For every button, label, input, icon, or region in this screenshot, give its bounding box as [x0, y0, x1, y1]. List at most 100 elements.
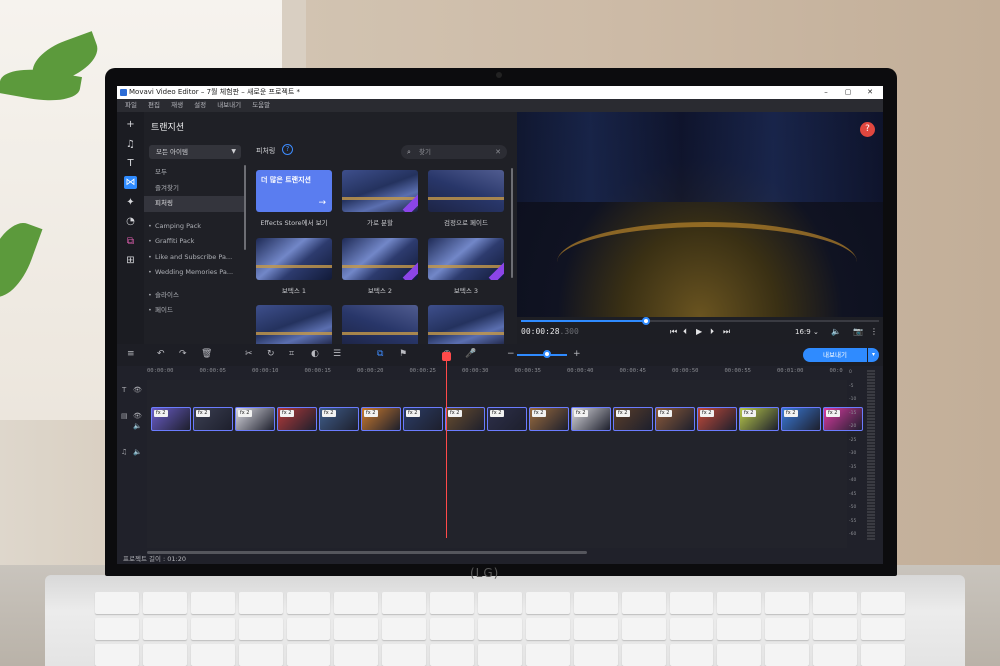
playback-progress[interactable]: [521, 317, 879, 325]
timeline-scrollbar[interactable]: [147, 551, 587, 554]
color-icon[interactable]: ◐: [311, 349, 319, 359]
music-note-icon[interactable]: ♫: [124, 138, 137, 151]
export-options-button[interactable]: ▾: [868, 348, 879, 362]
properties-icon[interactable]: ☰: [333, 349, 341, 359]
plus-icon[interactable]: +: [124, 118, 137, 131]
volume-icon[interactable]: 🔈: [831, 327, 841, 336]
category-favorites[interactable]: 즐겨찾기: [144, 181, 246, 197]
transition-tile[interactable]: [342, 305, 418, 347]
mute-icon[interactable]: 🔈: [133, 422, 142, 430]
video-clip[interactable]: fx 2: [361, 407, 401, 431]
maximize-button[interactable]: ▢: [839, 86, 857, 99]
aspect-ratio-select[interactable]: 16:9 ⌄: [795, 328, 819, 336]
zoom-slider[interactable]: [517, 354, 567, 356]
crop-icon[interactable]: ⧉: [124, 235, 137, 248]
microphone-icon[interactable]: 🎤: [465, 349, 476, 359]
zoom-out-icon[interactable]: −: [507, 349, 515, 359]
text-icon[interactable]: T: [124, 157, 137, 170]
transition-tile[interactable]: 가로 분할: [342, 170, 418, 227]
help-icon[interactable]: ?: [282, 144, 293, 155]
close-button[interactable]: ✕: [861, 86, 879, 99]
search-input[interactable]: ⌕ 찾기 ✕: [401, 145, 507, 159]
video-clip[interactable]: fx 2: [739, 407, 779, 431]
transition-thumb: [342, 238, 418, 280]
timeline-ruler[interactable]: 00:00:00 00:00:05 00:00:10 00:00:15 00:00:20…: [147, 366, 847, 380]
ruler-tick-label: 00:00:20: [357, 368, 384, 374]
meter-scale-label: 0: [849, 370, 852, 375]
snapshot-icon[interactable]: 📷: [853, 327, 863, 336]
section-label: 피처링: [256, 147, 276, 155]
transition-tile[interactable]: [256, 305, 332, 347]
redo-icon[interactable]: ↷: [179, 349, 187, 359]
menu-edit[interactable]: 편집: [148, 99, 160, 112]
category-all[interactable]: 모두: [144, 165, 246, 181]
delete-icon[interactable]: 🗑: [201, 349, 212, 359]
export-button[interactable]: 내보내기: [803, 348, 867, 362]
transition-tile[interactable]: 보텍스 2: [342, 238, 418, 295]
more-tools-icon[interactable]: ⊞: [124, 254, 137, 267]
sticker-icon[interactable]: ◔: [124, 215, 137, 228]
zoom-in-icon[interactable]: +: [573, 349, 581, 359]
video-clip[interactable]: fx 2: [277, 407, 317, 431]
filter-dropdown[interactable]: 모든 아이템 ▼: [149, 145, 241, 159]
tracks-menu-icon[interactable]: ≡: [127, 349, 135, 359]
menu-file[interactable]: 파일: [125, 99, 137, 112]
skip-back-icon[interactable]: ⏮: [670, 327, 677, 337]
tiles-scrollbar[interactable]: [511, 168, 513, 278]
tracks-area[interactable]: fx 2 fx 2 fx 2 fx 2 fx 2 fx 2 fx 2 fx 2 fx 2 fx 2…: [147, 380, 863, 548]
cut-icon[interactable]: ✂: [245, 349, 253, 359]
video-clip[interactable]: fx 2: [319, 407, 359, 431]
undo-icon[interactable]: ↶: [157, 349, 165, 359]
video-clip[interactable]: fx 2: [487, 407, 527, 431]
transition-tile[interactable]: [428, 305, 504, 347]
transitions-icon[interactable]: ⋈: [124, 176, 137, 189]
frame-forward-icon[interactable]: ⏵: [710, 327, 714, 337]
category-scrollbar[interactable]: [244, 165, 246, 250]
help-button[interactable]: ?: [860, 122, 875, 137]
skip-forward-icon[interactable]: ⏭: [723, 327, 730, 337]
new-badge: [402, 192, 418, 212]
menu-settings[interactable]: 설정: [194, 99, 206, 112]
video-clip[interactable]: fx 2: [151, 407, 191, 431]
crop-tool-icon[interactable]: ⌗: [289, 349, 294, 359]
more-icon[interactable]: ⋮: [870, 327, 878, 336]
video-clip[interactable]: fx 2: [193, 407, 233, 431]
category-pack[interactable]: Graffiti Pack: [144, 234, 246, 250]
video-clip[interactable]: fx 2: [781, 407, 821, 431]
visibility-icon[interactable]: 👁: [133, 412, 142, 420]
transition-wizard-icon[interactable]: ⧉: [377, 349, 383, 359]
mute-icon[interactable]: 🔈: [133, 448, 142, 456]
video-clip[interactable]: fx 2: [655, 407, 695, 431]
transition-tile[interactable]: 검정으로 페이드: [428, 170, 504, 227]
video-clip[interactable]: fx 2: [571, 407, 611, 431]
rotate-icon[interactable]: ↻: [267, 349, 275, 359]
category-pack[interactable]: Camping Pack: [144, 219, 246, 235]
category-pack[interactable]: Wedding Memories Pa...: [144, 265, 246, 281]
category-slice[interactable]: 슬라이스: [144, 288, 246, 304]
zoom-knob[interactable]: [543, 350, 551, 358]
transition-tile[interactable]: 더 많은 트랜지션 → Effects Store에서 보기: [256, 170, 332, 227]
transition-tile[interactable]: 보텍스 1: [256, 238, 332, 295]
category-fade[interactable]: 페이드: [144, 303, 246, 319]
clear-icon[interactable]: ✕: [495, 145, 501, 159]
transition-tile[interactable]: 보텍스 3: [428, 238, 504, 295]
menu-export[interactable]: 내보내기: [217, 99, 241, 112]
video-clip[interactable]: fx 2: [403, 407, 443, 431]
window-title: Movavi Video Editor – 7월 체험판 – 새로운 프로젝트 …: [129, 88, 300, 96]
video-clip[interactable]: fx 2: [235, 407, 275, 431]
video-clip[interactable]: fx 2: [697, 407, 737, 431]
menu-playback[interactable]: 재생: [171, 99, 183, 112]
video-clip[interactable]: fx 2: [613, 407, 653, 431]
progress-knob[interactable]: [642, 317, 651, 325]
marker-icon[interactable]: ⚑: [399, 349, 407, 359]
minimize-button[interactable]: –: [817, 86, 835, 99]
category-featured[interactable]: 피처링: [144, 196, 246, 212]
visibility-icon[interactable]: 👁: [133, 386, 142, 394]
video-clip[interactable]: fx 2: [529, 407, 569, 431]
menu-help[interactable]: 도움말: [252, 99, 270, 112]
category-pack[interactable]: Like and Subscribe Pa...: [144, 250, 246, 266]
magic-icon[interactable]: ✦: [124, 196, 137, 209]
play-icon[interactable]: ▶: [696, 327, 702, 336]
frame-back-icon[interactable]: ⏴: [683, 327, 687, 337]
video-clip[interactable]: fx 2: [445, 407, 485, 431]
